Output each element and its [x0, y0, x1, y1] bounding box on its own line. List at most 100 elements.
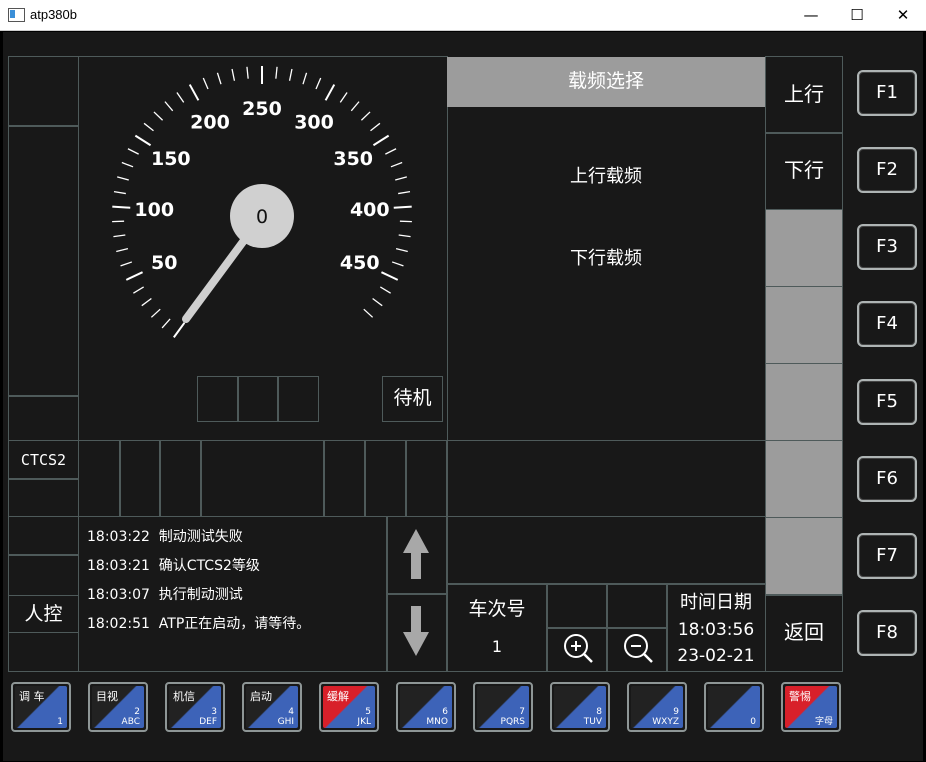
key-7-button[interactable]: 7 PQRS	[473, 682, 533, 732]
dial-tick	[173, 322, 186, 338]
menu-item-up-freq[interactable]: 上行载频	[447, 162, 765, 190]
dial-tick	[381, 271, 399, 281]
f5-key[interactable]: F5	[857, 379, 917, 425]
status-box: 待机	[382, 376, 443, 422]
f4-key[interactable]: F4	[857, 301, 917, 347]
train-number-label: 车次号	[468, 598, 526, 620]
f2-key[interactable]: F2	[857, 147, 917, 193]
up-direction-button[interactable]: 上行	[765, 56, 843, 134]
key-0-button[interactable]: 0	[704, 682, 764, 732]
small-box-1	[197, 376, 239, 422]
dial-tick	[398, 190, 411, 195]
key-sublabel: 2 ABC	[121, 707, 140, 727]
side-button-7[interactable]	[765, 517, 843, 596]
info-cell-1	[546, 583, 608, 629]
dial-tick	[370, 122, 381, 132]
dial-tick	[161, 318, 171, 329]
key-9-button[interactable]: 9 WXYZ	[627, 682, 687, 732]
dial-tick	[302, 72, 308, 85]
mid-cell-3	[159, 440, 202, 517]
dial-tick	[385, 148, 397, 155]
left-cell-7	[8, 554, 79, 596]
scroll-down-button[interactable]	[386, 593, 448, 672]
dial-tick	[391, 261, 404, 267]
key-sublabel: 1	[57, 717, 63, 727]
key-release-button[interactable]: 缓解 5 JKL	[319, 682, 379, 732]
dial-tick	[339, 92, 348, 103]
dial-tick	[116, 248, 129, 253]
clock-date: 23-02-21	[677, 646, 755, 666]
mid-cell-5	[323, 440, 366, 517]
key-shunting-button[interactable]: 调 车 1	[11, 682, 71, 732]
key-6-button[interactable]: 6 MNO	[396, 682, 456, 732]
key-sublabel: 3 DEF	[199, 707, 217, 727]
close-button[interactable]: ✕	[880, 0, 926, 31]
left-cell-2	[8, 125, 79, 397]
key-cab-signal-button[interactable]: 机信 3 DEF	[165, 682, 225, 732]
key-sublabel: 字母	[814, 717, 833, 727]
zoom-out-button[interactable]	[606, 627, 668, 672]
key-start-button[interactable]: 启动 4 GHI	[242, 682, 302, 732]
key-8-button[interactable]: 8 TUV	[550, 682, 610, 732]
key-visual-button[interactable]: 目视 2 ABC	[88, 682, 148, 732]
dial-tick	[125, 271, 143, 281]
side-button-5[interactable]	[765, 363, 843, 442]
mid-cell-4	[200, 440, 325, 517]
dial-label: 150	[151, 148, 191, 170]
dial-tick	[113, 190, 126, 195]
dial-tick	[390, 161, 403, 168]
message-line-3: 18:03:07 执行制动测试	[87, 587, 243, 603]
zoom-in-button[interactable]	[546, 627, 608, 672]
window-title: atp380b	[30, 7, 77, 22]
dial-tick	[141, 297, 152, 307]
side-button-4[interactable]	[765, 286, 843, 365]
right-mid-cell-2	[446, 516, 766, 585]
side-button-3[interactable]	[765, 209, 843, 288]
maximize-button[interactable]: ☐	[834, 0, 880, 31]
dial-tick	[315, 77, 322, 90]
down-direction-button[interactable]: 下行	[765, 132, 843, 211]
small-box-2	[237, 376, 279, 422]
f3-key[interactable]: F3	[857, 224, 917, 270]
dial-tick	[395, 248, 408, 253]
dial-label: 450	[340, 252, 380, 274]
dial-tick	[231, 68, 236, 81]
datetime-box: 时间日期 18:03:56 23-02-21	[666, 583, 766, 672]
key-label: 目视	[96, 690, 118, 703]
dial-label: 200	[190, 111, 230, 133]
f8-key[interactable]: F8	[857, 610, 917, 656]
dial-tick	[176, 92, 185, 103]
left-cell-5	[8, 478, 79, 517]
dial-tick	[143, 122, 154, 132]
dial-tick	[113, 234, 126, 238]
key-label: 启动	[250, 690, 272, 703]
menu-item-down-freq[interactable]: 下行载频	[447, 244, 765, 272]
key-sublabel: 7 PQRS	[500, 707, 525, 727]
f7-key[interactable]: F7	[857, 533, 917, 579]
back-button[interactable]: 返回	[765, 594, 843, 672]
dial-tick	[121, 161, 134, 168]
dial-tick	[133, 286, 144, 294]
dial-tick	[372, 134, 390, 147]
key-alert-button[interactable]: 警惕字母	[781, 682, 841, 732]
dial-tick	[127, 148, 139, 155]
app-icon	[8, 8, 25, 22]
message-line-1: 18:03:22 制动测试失败	[87, 529, 243, 545]
minimize-button[interactable]: —	[788, 0, 834, 31]
key-sublabel: 9 WXYZ	[652, 707, 679, 727]
dial-label: 250	[242, 98, 282, 120]
train-number-value: 1	[491, 637, 503, 656]
scroll-up-button[interactable]	[386, 516, 448, 595]
right-mid-cell	[446, 440, 766, 517]
side-button-6[interactable]	[765, 440, 843, 519]
mid-cell-1	[78, 440, 121, 517]
left-cell-9	[8, 632, 79, 672]
dial-tick	[372, 297, 383, 307]
dial-label: 400	[350, 199, 390, 221]
f1-key[interactable]: F1	[857, 70, 917, 116]
key-sublabel: 0	[750, 717, 756, 727]
key-label: 警惕	[789, 690, 811, 703]
dial-tick	[350, 101, 360, 112]
f6-key[interactable]: F6	[857, 456, 917, 502]
dial-tick	[112, 205, 131, 209]
